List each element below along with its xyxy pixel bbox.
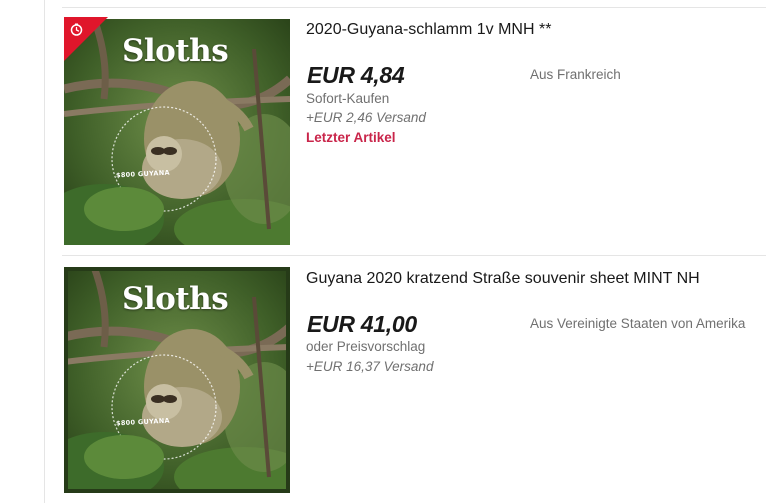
best-offer-label: oder Preisvorschlag	[306, 339, 426, 354]
listing-price: EUR 4,84	[307, 62, 405, 88]
buy-format-label: Sofort-Kaufen	[306, 91, 390, 106]
search-results-page: Sloths $800 GUYANA 2020-Guyana-schlamm 1…	[0, 0, 766, 503]
listing-title-link[interactable]: 2020-Guyana-schlamm 1v MNH **	[306, 21, 551, 39]
image-caption: Sloths	[122, 281, 229, 317]
item-origin: Aus Vereinigte Staaten von Amerika	[530, 316, 746, 331]
item-origin: Aus Frankreich	[530, 67, 621, 82]
result-divider	[62, 7, 766, 8]
listing-title-link[interactable]: Guyana 2020 kratzend Straße souvenir she…	[306, 270, 700, 288]
result-divider	[62, 255, 766, 256]
filter-panel-edge	[44, 0, 45, 503]
listing-image-2[interactable]: Sloths $800 GUYANA	[64, 267, 290, 493]
shipping-cost: +EUR 16,37 Versand	[306, 359, 434, 374]
urgency-label: Letzter Artikel	[306, 130, 396, 145]
stopwatch-icon	[70, 23, 83, 36]
listing-item-2[interactable]: Sloths $800 GUYANA Guyana 2020 kratzend …	[62, 266, 766, 498]
listing-item-1[interactable]: Sloths $800 GUYANA 2020-Guyana-schlamm 1…	[62, 17, 766, 249]
listing-price: EUR 41,00	[307, 311, 417, 337]
image-caption: Sloths	[122, 33, 229, 69]
shipping-cost: +EUR 2,46 Versand	[306, 110, 426, 125]
